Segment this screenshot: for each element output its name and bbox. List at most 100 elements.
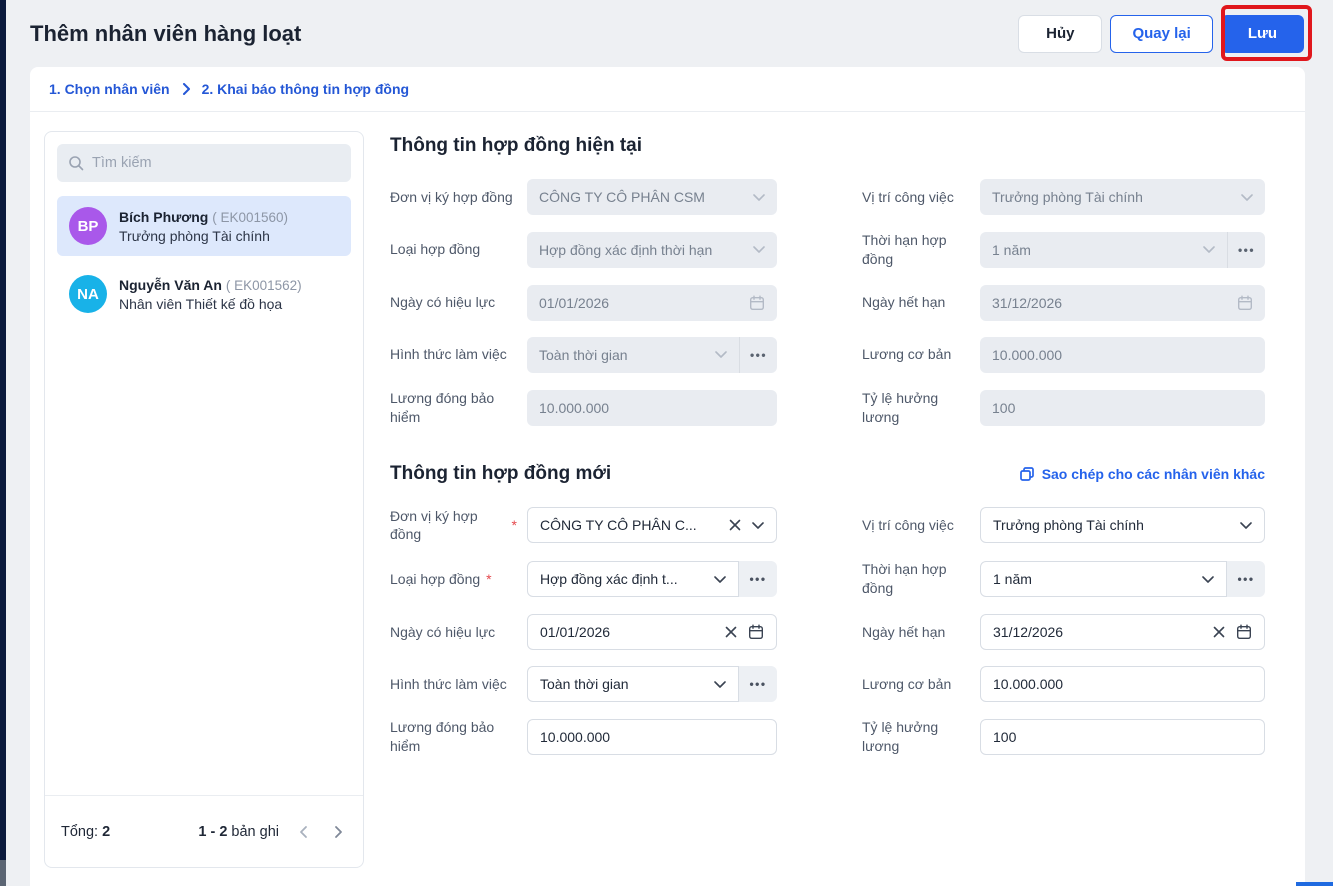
- copy-to-others-link[interactable]: Sao chép cho các nhân viên khác: [1019, 466, 1265, 482]
- pagination-next-button[interactable]: [329, 823, 347, 841]
- luong-dong-bao-hiem-text-input: 10.000.000: [527, 389, 777, 426]
- field-value: 31/12/2026: [992, 294, 1063, 311]
- content-card: 1. Chọn nhân viên 2. Khai báo thông tin …: [30, 67, 1305, 886]
- pagination-prev-button[interactable]: [295, 823, 313, 841]
- field-value: Toàn thời gian: [539, 346, 628, 363]
- employee-name: Bích Phương: [119, 208, 209, 225]
- ngay-het-han-date-input[interactable]: 31/12/2026: [980, 614, 1265, 651]
- ngay-het-han-date-input: 31/12/2026: [980, 284, 1265, 321]
- field-label-ngay-co-hieu-luc: Ngày có hiệu lực: [390, 623, 496, 640]
- field-value: Trưởng phòng Tài chính: [992, 189, 1143, 205]
- field-label-ty-le-huong-luong: Tỷ lệ hưởng lương: [862, 719, 939, 755]
- ngay-co-hieu-luc-date-input[interactable]: 01/01/2026: [527, 614, 777, 651]
- new-contract-title: Thông tin hợp đồng mới: [390, 462, 612, 484]
- luong-co-ban-text-input[interactable]: 10.000.000: [980, 666, 1265, 703]
- required-asterisk: *: [511, 517, 517, 533]
- calendar-icon[interactable]: [1236, 624, 1252, 640]
- clear-icon[interactable]: [729, 519, 741, 531]
- clear-icon[interactable]: [1213, 626, 1225, 638]
- chevron-right-icon: [180, 83, 192, 95]
- collapsed-app-sidebar: [0, 0, 6, 886]
- calendar-icon: [1237, 295, 1253, 311]
- chevron-down-icon: [1240, 522, 1252, 529]
- field-value: 01/01/2026: [540, 624, 611, 641]
- sidebar-bottom-item: [0, 860, 6, 886]
- page-title: Thêm nhân viên hàng loạt: [30, 20, 302, 46]
- chevron-down-icon: [714, 680, 726, 688]
- loai-hop-dong-dropdown[interactable]: Hợp đồng xác định t... •••: [527, 561, 777, 598]
- employee-code: ( EK001562): [225, 277, 302, 293]
- field-label-ngay-het-han: Ngày hết hạn: [862, 623, 946, 640]
- current-contract-title: Thông tin hợp đồng hiện tại: [390, 135, 643, 156]
- field-label-hinh-thuc-lam-viec: Hình thức làm việc: [390, 675, 507, 692]
- field-value: CÔNG TY CÔ PHÂN CSM: [539, 189, 705, 205]
- clear-icon[interactable]: [725, 626, 737, 638]
- copy-icon: [1019, 466, 1035, 482]
- field-value: Hợp đồng xác định thời hạn: [539, 241, 713, 258]
- cancel-button[interactable]: Hủy: [1018, 14, 1103, 53]
- don-vi-ky-hop-dong-dropdown[interactable]: CÔNG TY CÔ PHÂN C...: [527, 507, 777, 544]
- breadcrumb-step-2[interactable]: 2. Khai báo thông tin hợp đồng: [202, 81, 409, 97]
- chevron-down-icon: [715, 351, 727, 359]
- vi-tri-cong-viec-dropdown[interactable]: Trưởng phòng Tài chính: [980, 507, 1265, 544]
- field-value: Trưởng phòng Tài chính: [993, 517, 1144, 534]
- employee-panel-main: BP Bích Phương ( EK001560) Trưởng phòng Tà…: [45, 132, 363, 795]
- employee-role: Nhân viên Thiết kế đồ họa: [119, 295, 283, 312]
- more-options-button: •••: [739, 336, 777, 373]
- search-input[interactable]: [92, 155, 340, 171]
- field-label-vi-tri-cong-viec: Vị trí công việc: [862, 188, 954, 205]
- field-label-ty-le-huong-luong: Tỷ lệ hưởng lương: [862, 389, 939, 425]
- more-options-button[interactable]: •••: [739, 561, 777, 598]
- field-value: 31/12/2026: [993, 624, 1064, 641]
- luong-dong-bao-hiem-text-input[interactable]: 10.000.000: [527, 719, 777, 756]
- save-button[interactable]: Lưu: [1220, 14, 1304, 53]
- hinh-thuc-lam-viec-dropdown: Toàn thời gian •••: [527, 336, 777, 373]
- don-vi-ky-hop-dong-dropdown: CÔNG TY CÔ PHÂN CSM: [527, 179, 777, 215]
- thoi-han-hop-dong-dropdown[interactable]: 1 năm •••: [980, 561, 1265, 598]
- breadcrumb: 1. Chọn nhân viên 2. Khai báo thông tin …: [30, 67, 1305, 112]
- field-label-ngay-het-han: Ngày hết hạn: [862, 294, 946, 311]
- field-label-vi-tri-cong-viec: Vị trí công việc: [862, 517, 954, 533]
- more-options-button[interactable]: •••: [1227, 561, 1265, 598]
- ty-le-huong-luong-text-input[interactable]: 100: [980, 719, 1265, 756]
- field-label-don-vi-ky-hop-dong: Đơn vị ký hợp đồng: [390, 188, 513, 205]
- field-value: 10.000.000: [539, 399, 610, 416]
- back-button[interactable]: Quay lại: [1110, 14, 1213, 53]
- employee-list-item[interactable]: NA Nguyễn Văn An ( EK001562) Nhân viên Thi…: [57, 264, 351, 324]
- field-value: 100: [993, 729, 1017, 746]
- field-label-loai-hop-dong: Loại hợp đồng: [390, 241, 481, 258]
- employee-role: Trưởng phòng Tài chính: [119, 227, 270, 244]
- field-label-hinh-thuc-lam-viec: Hình thức làm việc: [390, 346, 507, 363]
- field-label-don-vi-ky-hop-dong: Đơn vị ký hợp đồng *: [390, 507, 517, 543]
- hinh-thuc-lam-viec-dropdown[interactable]: Toàn thời gian •••: [527, 666, 777, 703]
- chevron-down-icon: [752, 522, 764, 529]
- more-options-button: •••: [1227, 231, 1265, 268]
- field-value: 10.000.000: [993, 676, 1064, 693]
- current-contract-grid: Đơn vị ký hợp đồng CÔNG TY CÔ PHÂN CSM Vị …: [390, 179, 1265, 427]
- field-label-luong-co-ban: Lương cơ bản: [862, 675, 952, 692]
- offscreen-button-edge: [1296, 882, 1333, 886]
- field-value: CÔNG TY CÔ PHÂN C...: [540, 517, 697, 534]
- employee-list-item[interactable]: BP Bích Phương ( EK001560) Trưởng phòng Tà…: [57, 196, 351, 256]
- employee-name: Nguyễn Văn An: [119, 276, 222, 293]
- page-header: Thêm nhân viên hàng loạt Hủy Quay lại Lư…: [6, 0, 1333, 67]
- chevron-down-icon: [714, 575, 726, 583]
- search-box: [57, 144, 351, 182]
- field-label-thoi-han-hop-dong: Thời hạn hợp đồng: [862, 561, 947, 597]
- field-label-loai-hop-dong: Loại hợp đồng *: [390, 570, 492, 587]
- employee-info: Bích Phương ( EK001560) Trưởng phòng Tài …: [119, 209, 288, 244]
- employee-panel: BP Bích Phương ( EK001560) Trưởng phòng Tà…: [44, 131, 364, 868]
- loai-hop-dong-dropdown: Hợp đồng xác định thời hạn: [527, 231, 777, 268]
- chevron-down-icon: [753, 193, 765, 201]
- field-label-luong-dong-bao-hiem: Lương đóng bảo hiểm: [390, 389, 495, 425]
- breadcrumb-step-1[interactable]: 1. Chọn nhân viên: [49, 81, 170, 97]
- chevron-down-icon: [1203, 246, 1215, 254]
- ty-le-huong-luong-text-input: 100: [980, 389, 1265, 426]
- required-asterisk: *: [486, 570, 492, 587]
- field-value: 1 năm: [993, 571, 1032, 588]
- more-options-button[interactable]: •••: [739, 666, 777, 703]
- field-value: Hợp đồng xác định t...: [540, 571, 678, 588]
- calendar-icon: [749, 295, 765, 311]
- field-value: 01/01/2026: [539, 294, 610, 311]
- calendar-icon[interactable]: [748, 624, 764, 640]
